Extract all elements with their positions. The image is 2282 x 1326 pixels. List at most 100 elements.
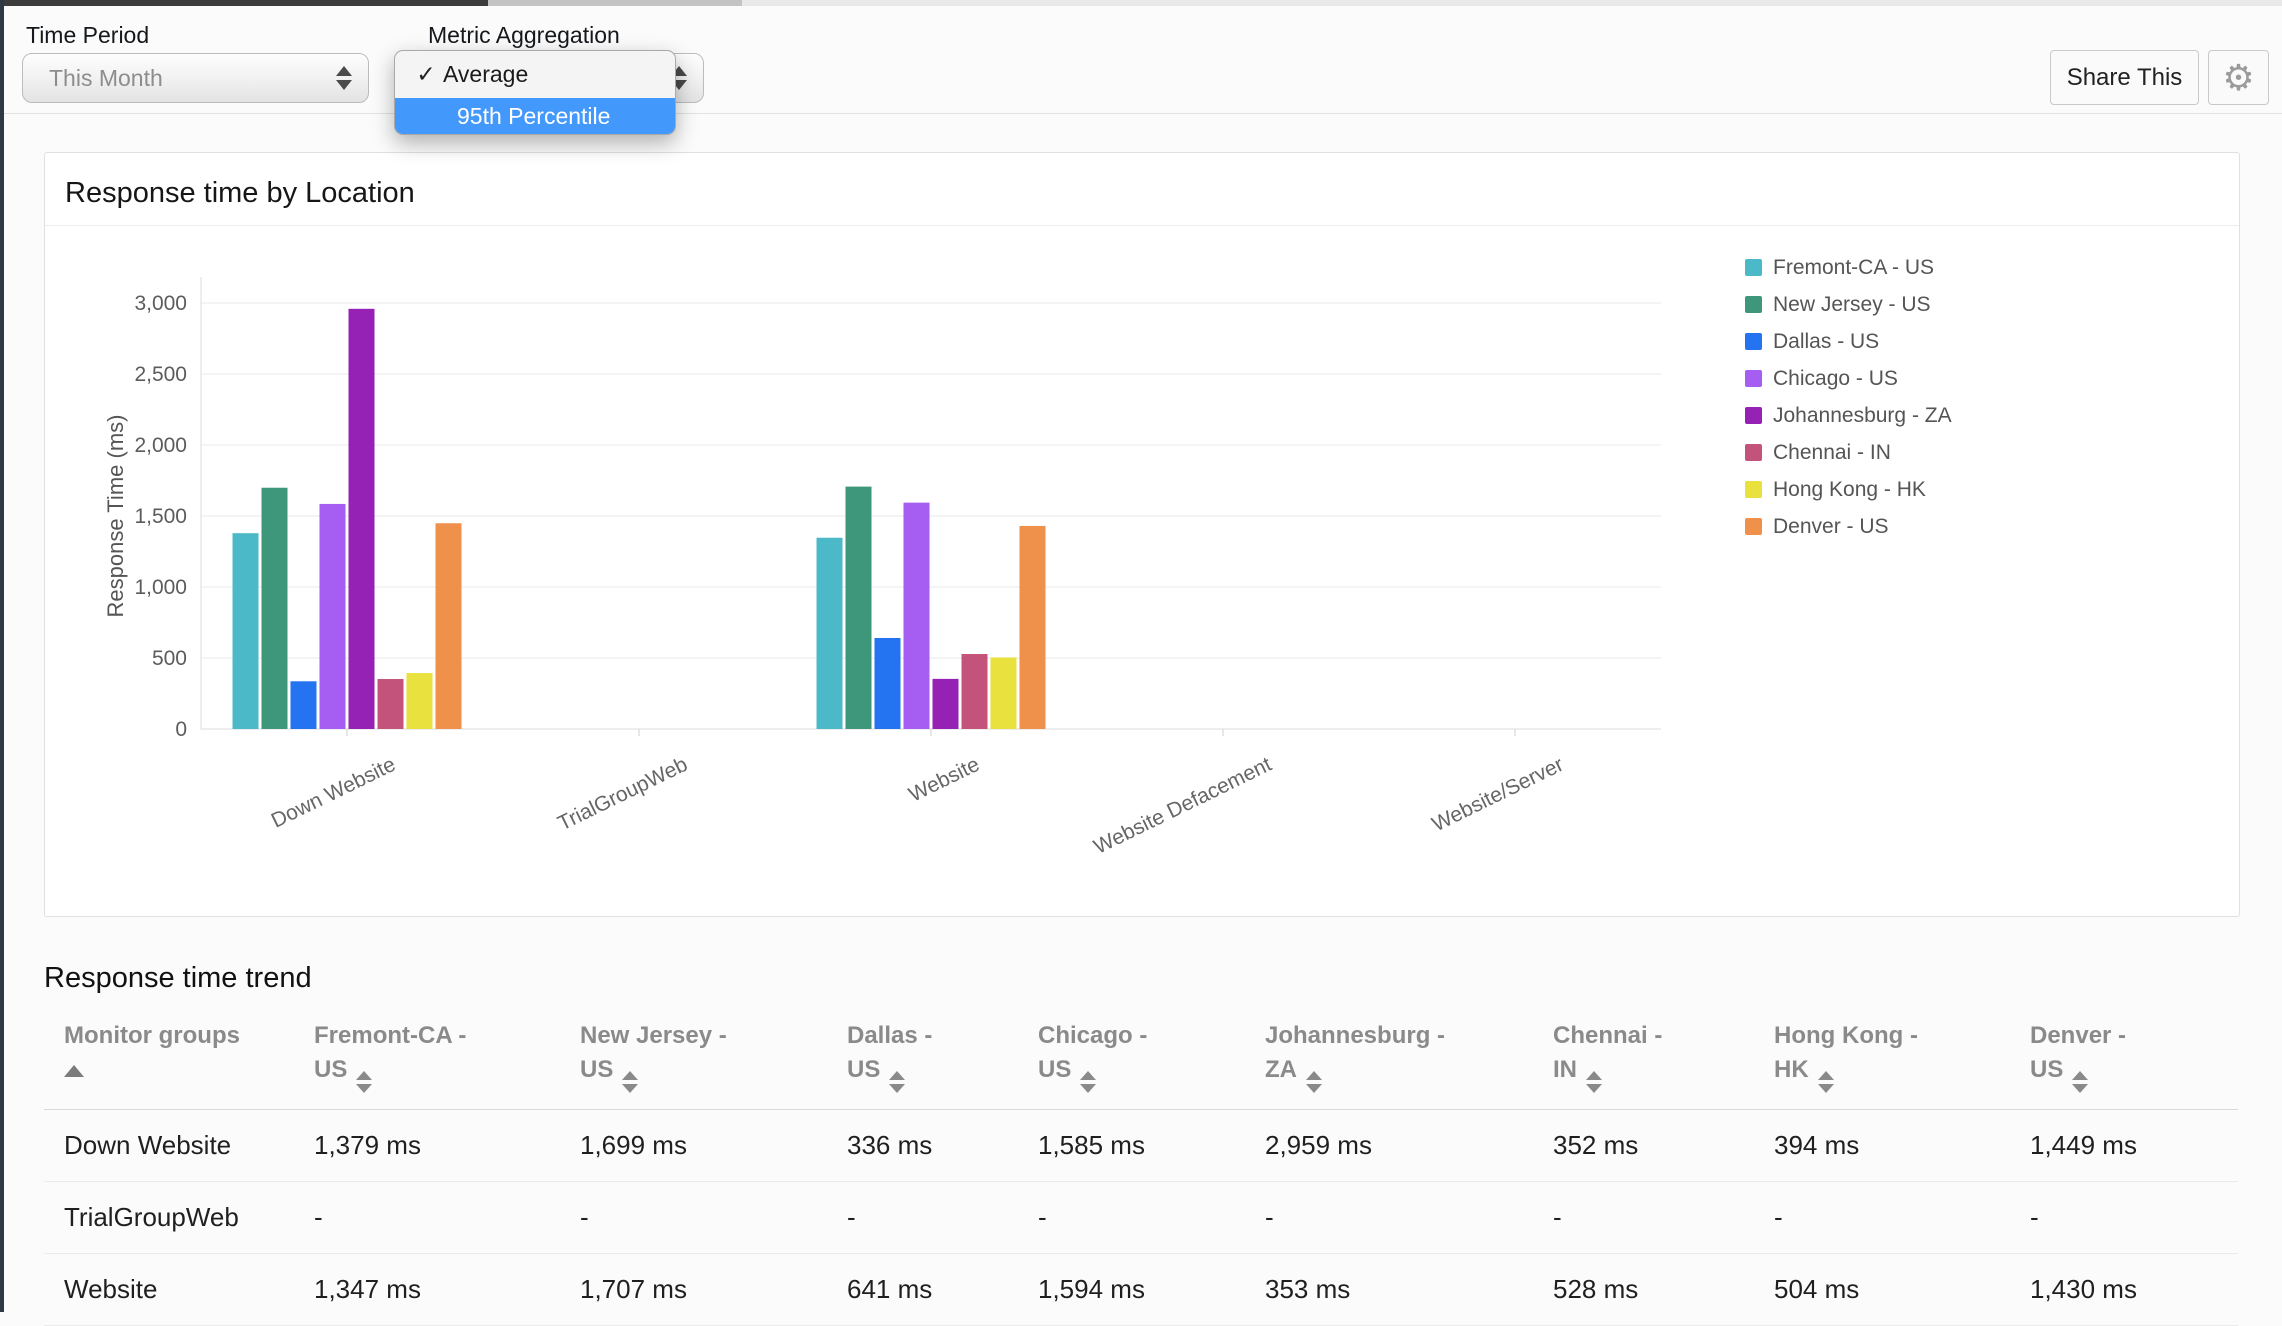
legend-item[interactable]: Chennai - IN — [1745, 434, 2165, 471]
response-time-cell: - — [2030, 1182, 2238, 1254]
x-category-label: TrialGroupWeb — [554, 753, 691, 836]
card-title-divider — [45, 225, 2239, 226]
dropdown-option-average[interactable]: ✓ Average — [395, 51, 675, 98]
y-tick-label: 2,500 — [134, 363, 187, 386]
response-time-cell: 641 ms — [847, 1254, 1038, 1326]
response-time-cell: - — [580, 1182, 847, 1254]
response-time-cell: 352 ms — [1553, 1110, 1774, 1182]
column-header-fremont-ca-us[interactable]: Fremont-CA -US — [314, 1013, 580, 1110]
x-category-label: Website/Server — [1428, 753, 1567, 836]
column-header-hong-kong-hk[interactable]: Hong Kong -HK — [1774, 1013, 2030, 1110]
table-title: Response time trend — [44, 962, 2238, 995]
dropdown-option-95th-percentile[interactable]: 95th Percentile — [395, 98, 675, 134]
response-time-cell: - — [314, 1182, 580, 1254]
y-tick-label: 0 — [175, 718, 187, 741]
response-time-cell: 528 ms — [1553, 1254, 1774, 1326]
response-time-cell: 336 ms — [847, 1110, 1038, 1182]
column-header-monitor-groups[interactable]: Monitor groups — [44, 1013, 314, 1110]
bar — [291, 681, 317, 729]
bar — [846, 487, 872, 729]
bar — [378, 679, 404, 729]
legend-label: Chicago - US — [1773, 367, 1898, 391]
monitor-group-name: Down Website — [44, 1110, 314, 1182]
response-time-trend-section: Response time trend Monitor groupsFremon… — [44, 962, 2238, 1326]
toolbar: Time Period This Month Metric Aggregatio… — [4, 6, 2282, 114]
chart-legend: Fremont-CA - USNew Jersey - USDallas - U… — [1745, 249, 2165, 545]
legend-item[interactable]: Denver - US — [1745, 508, 2165, 545]
column-header-label: US — [1038, 1056, 1071, 1083]
column-header-label: US — [580, 1056, 613, 1083]
bar — [349, 309, 375, 729]
column-header-label: US — [314, 1056, 347, 1083]
sort-toggle-icon — [622, 1071, 638, 1093]
table-row: Down Website1,379 ms1,699 ms336 ms1,585 … — [44, 1110, 2238, 1182]
legend-item[interactable]: Chicago - US — [1745, 360, 2165, 397]
sort-toggle-icon — [1080, 1071, 1096, 1093]
response-time-cell: - — [847, 1182, 1038, 1254]
legend-label: Chennai - IN — [1773, 441, 1891, 465]
column-header-denver-us[interactable]: Denver -US — [2030, 1013, 2238, 1110]
share-this-button[interactable]: Share This — [2050, 50, 2199, 105]
x-category-label: Down Website — [268, 753, 399, 833]
response-time-cell: 1,699 ms — [580, 1110, 847, 1182]
legend-item[interactable]: Dallas - US — [1745, 323, 2165, 360]
monitor-group-name: Website — [44, 1254, 314, 1326]
legend-swatch-icon — [1745, 259, 1762, 276]
bar-chart-svg: 05001,0001,5002,0002,5003,000Response Ti… — [45, 241, 1745, 901]
response-time-cell: 1,347 ms — [314, 1254, 580, 1326]
column-header-chicago-us[interactable]: Chicago - US — [1038, 1013, 1265, 1110]
monitor-group-name: TrialGroupWeb — [44, 1182, 314, 1254]
response-time-cell: 394 ms — [1774, 1110, 2030, 1182]
legend-item[interactable]: New Jersey - US — [1745, 286, 2165, 323]
legend-swatch-icon — [1745, 296, 1762, 313]
legend-item[interactable]: Fremont-CA - US — [1745, 249, 2165, 286]
legend-label: Hong Kong - HK — [1773, 478, 1926, 502]
column-header-new-jersey-us[interactable]: New Jersey - US — [580, 1013, 847, 1110]
bar — [407, 673, 433, 729]
column-header-label: US — [847, 1056, 880, 1083]
time-period-label: Time Period — [26, 22, 149, 49]
response-time-cell: 1,594 ms — [1038, 1254, 1265, 1326]
legend-swatch-icon — [1745, 333, 1762, 350]
y-tick-label: 2,000 — [134, 434, 187, 457]
legend-item[interactable]: Hong Kong - HK — [1745, 471, 2165, 508]
bar-chart: 05001,0001,5002,0002,5003,000Response Ti… — [45, 241, 1745, 901]
y-axis-title: Response Time (ms) — [103, 415, 128, 618]
column-header-label: Denver - — [2030, 1019, 2238, 1053]
response-time-cell: 1,585 ms — [1038, 1110, 1265, 1182]
legend-swatch-icon — [1745, 407, 1762, 424]
column-header-chennai-in[interactable]: Chennai -IN — [1553, 1013, 1774, 1110]
checkmark-icon: ✓ — [409, 61, 443, 88]
legend-swatch-icon — [1745, 481, 1762, 498]
column-header-label: IN — [1553, 1056, 1577, 1083]
column-header-label: Chicago - — [1038, 1019, 1265, 1053]
bar — [933, 679, 959, 729]
bar — [320, 504, 346, 729]
column-header-label: New Jersey - — [580, 1019, 847, 1053]
chart-title: Response time by Location — [65, 177, 415, 210]
bar — [875, 638, 901, 729]
y-tick-label: 1,500 — [134, 505, 187, 528]
sort-toggle-icon — [2072, 1071, 2088, 1093]
bar — [817, 538, 843, 729]
window-left-edge — [0, 0, 4, 1312]
legend-swatch-icon — [1745, 518, 1762, 535]
response-time-cell: 353 ms — [1265, 1254, 1553, 1326]
x-category-label: Website — [905, 753, 983, 807]
sort-ascending-icon — [64, 1065, 84, 1077]
legend-swatch-icon — [1745, 444, 1762, 461]
time-period-value: This Month — [23, 65, 336, 92]
response-time-by-location-card: Response time by Location 05001,0001,500… — [44, 152, 2240, 917]
metric-aggregation-dropdown-menu: ✓ Average 95th Percentile — [394, 50, 676, 135]
response-time-cell: - — [1774, 1182, 2030, 1254]
response-time-trend-table: Monitor groupsFremont-CA -USNew Jersey -… — [44, 1013, 2238, 1326]
column-header-dallas-us[interactable]: Dallas -US — [847, 1013, 1038, 1110]
time-period-select[interactable]: This Month — [22, 53, 369, 103]
legend-item[interactable]: Johannesburg - ZA — [1745, 397, 2165, 434]
response-time-cell: 504 ms — [1774, 1254, 2030, 1326]
bar — [233, 533, 259, 729]
bar — [262, 488, 288, 729]
settings-button[interactable]: ⚙ — [2208, 50, 2269, 105]
column-header-johannesburg-za[interactable]: Johannesburg -ZA — [1265, 1013, 1553, 1110]
response-time-cell: 1,430 ms — [2030, 1254, 2238, 1326]
